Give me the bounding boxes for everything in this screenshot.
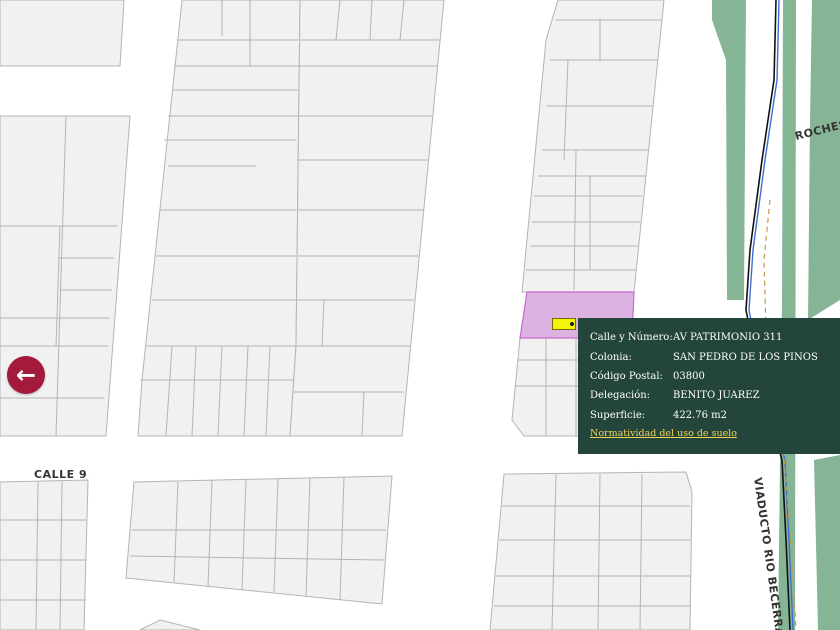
- parcel-info-popup: Calle y Número: AV PATRIMONIO 311 Coloni…: [578, 318, 840, 454]
- green-strip-right: [808, 0, 840, 320]
- popup-row-colonia: Colonia: SAN PEDRO DE LOS PINOS: [590, 347, 834, 366]
- popup-label: Delegación:: [590, 390, 651, 402]
- block-top-left: [0, 0, 125, 67]
- popup-row-superficie: Superficie: 422.76 m2: [590, 406, 834, 425]
- popup-value: AV PATRIMONIO 311: [673, 332, 783, 344]
- street-label-calle-9: CALLE 9: [34, 468, 87, 481]
- popup-label: Superficie:: [590, 409, 646, 421]
- popup-label: Calle y Número:: [590, 332, 673, 344]
- block-center-right: [289, 0, 445, 437]
- land-use-regulation-link[interactable]: Normatividad del uso de suelo: [590, 428, 737, 439]
- block-bottom-sliver: [139, 619, 201, 630]
- popup-value: 03800: [673, 370, 705, 382]
- green-strip-left: [712, 0, 746, 300]
- popup-row-postal-code: Código Postal: 03800: [590, 367, 834, 386]
- popup-value: 422.76 m2: [673, 409, 728, 421]
- parcel-marker-icon[interactable]: [552, 318, 576, 330]
- green-areas: [712, 0, 840, 630]
- block-right-top: [521, 0, 665, 293]
- green-strip-right-lower: [814, 455, 840, 630]
- popup-row-address: Calle y Número: AV PATRIMONIO 311: [590, 328, 834, 347]
- green-strip-middle: [778, 0, 796, 630]
- block-bottom-middle: [125, 475, 393, 605]
- popup-value: BENITO JUAREZ: [673, 390, 760, 402]
- marker-dot: [570, 322, 574, 326]
- arrow-left-icon: ←: [15, 361, 37, 389]
- popup-value: SAN PEDRO DE LOS PINOS: [673, 351, 818, 363]
- block-center-left: [137, 0, 301, 437]
- popup-label: Colonia:: [590, 351, 632, 363]
- nav-back-button[interactable]: ←: [7, 356, 45, 394]
- block-bottom-left: [0, 479, 89, 630]
- map-canvas[interactable]: CALLE 9 ROCHES VIADUCTO RIO BECERRA ZA: [0, 0, 840, 630]
- popup-label: Código Postal:: [590, 370, 663, 382]
- popup-row-delegacion: Delegación: BENITO JUAREZ: [590, 386, 834, 405]
